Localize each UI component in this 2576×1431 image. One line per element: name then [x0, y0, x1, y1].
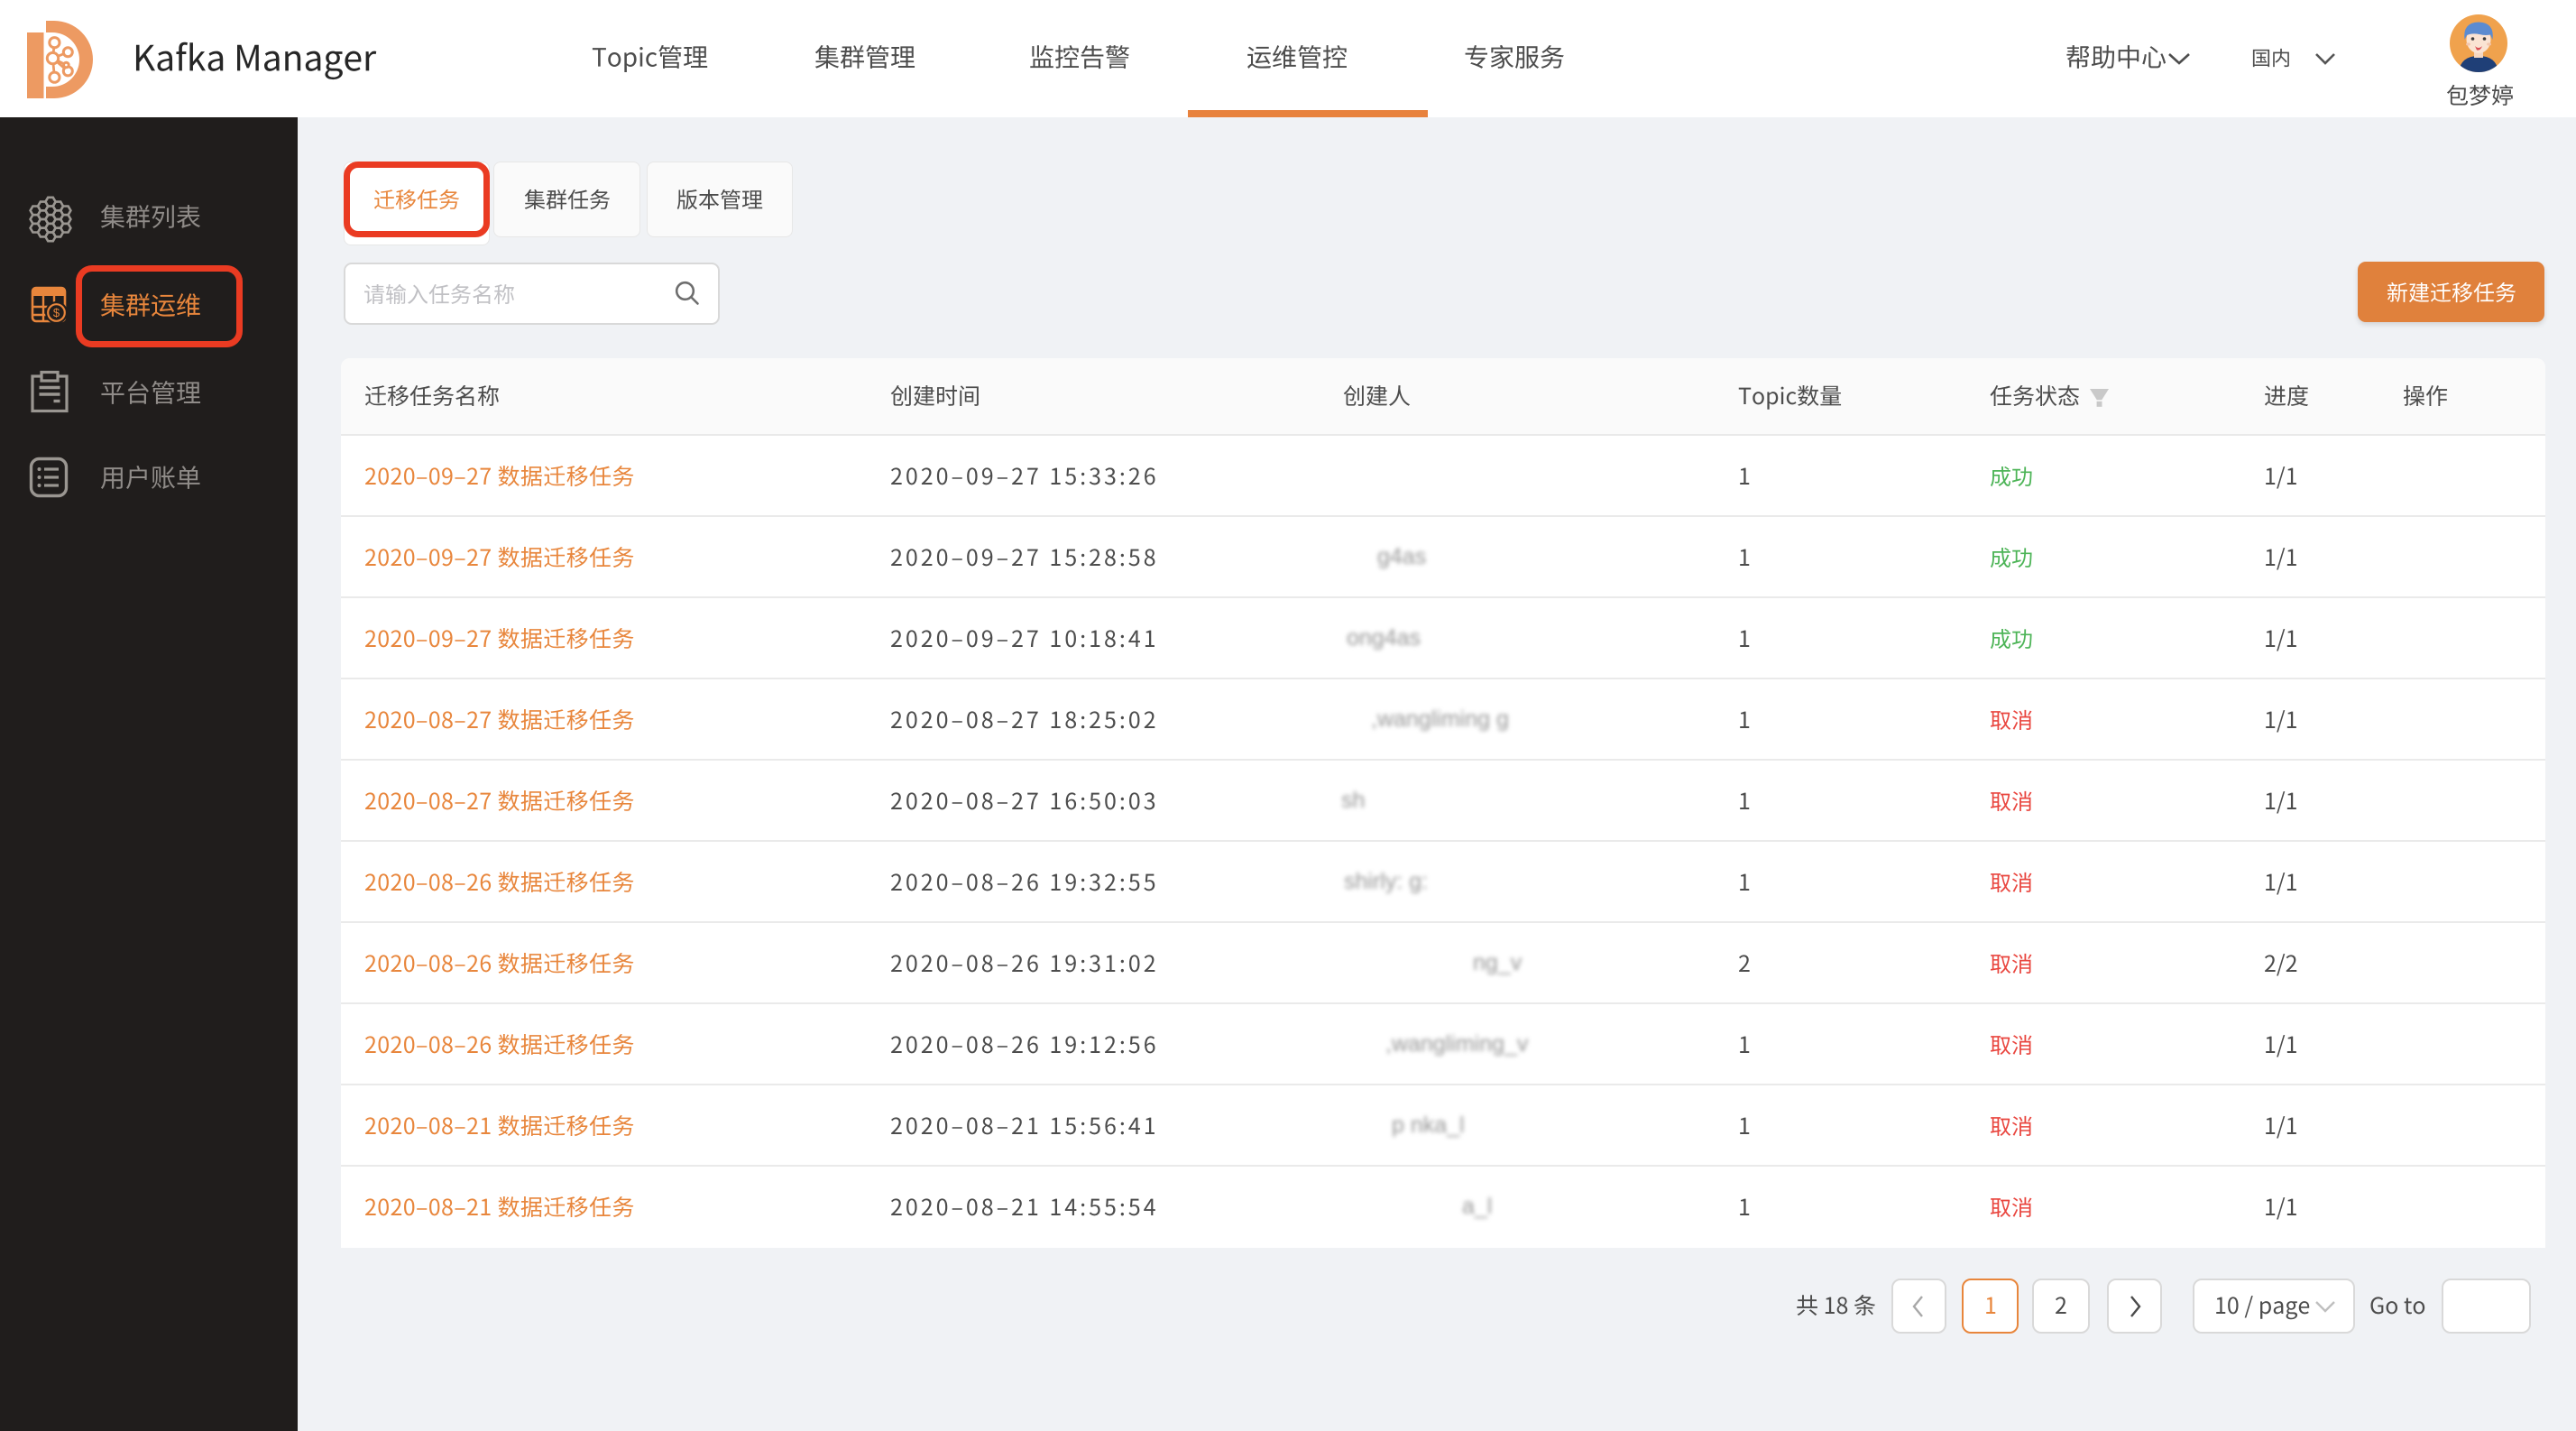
svg-text:$: $	[53, 306, 60, 319]
